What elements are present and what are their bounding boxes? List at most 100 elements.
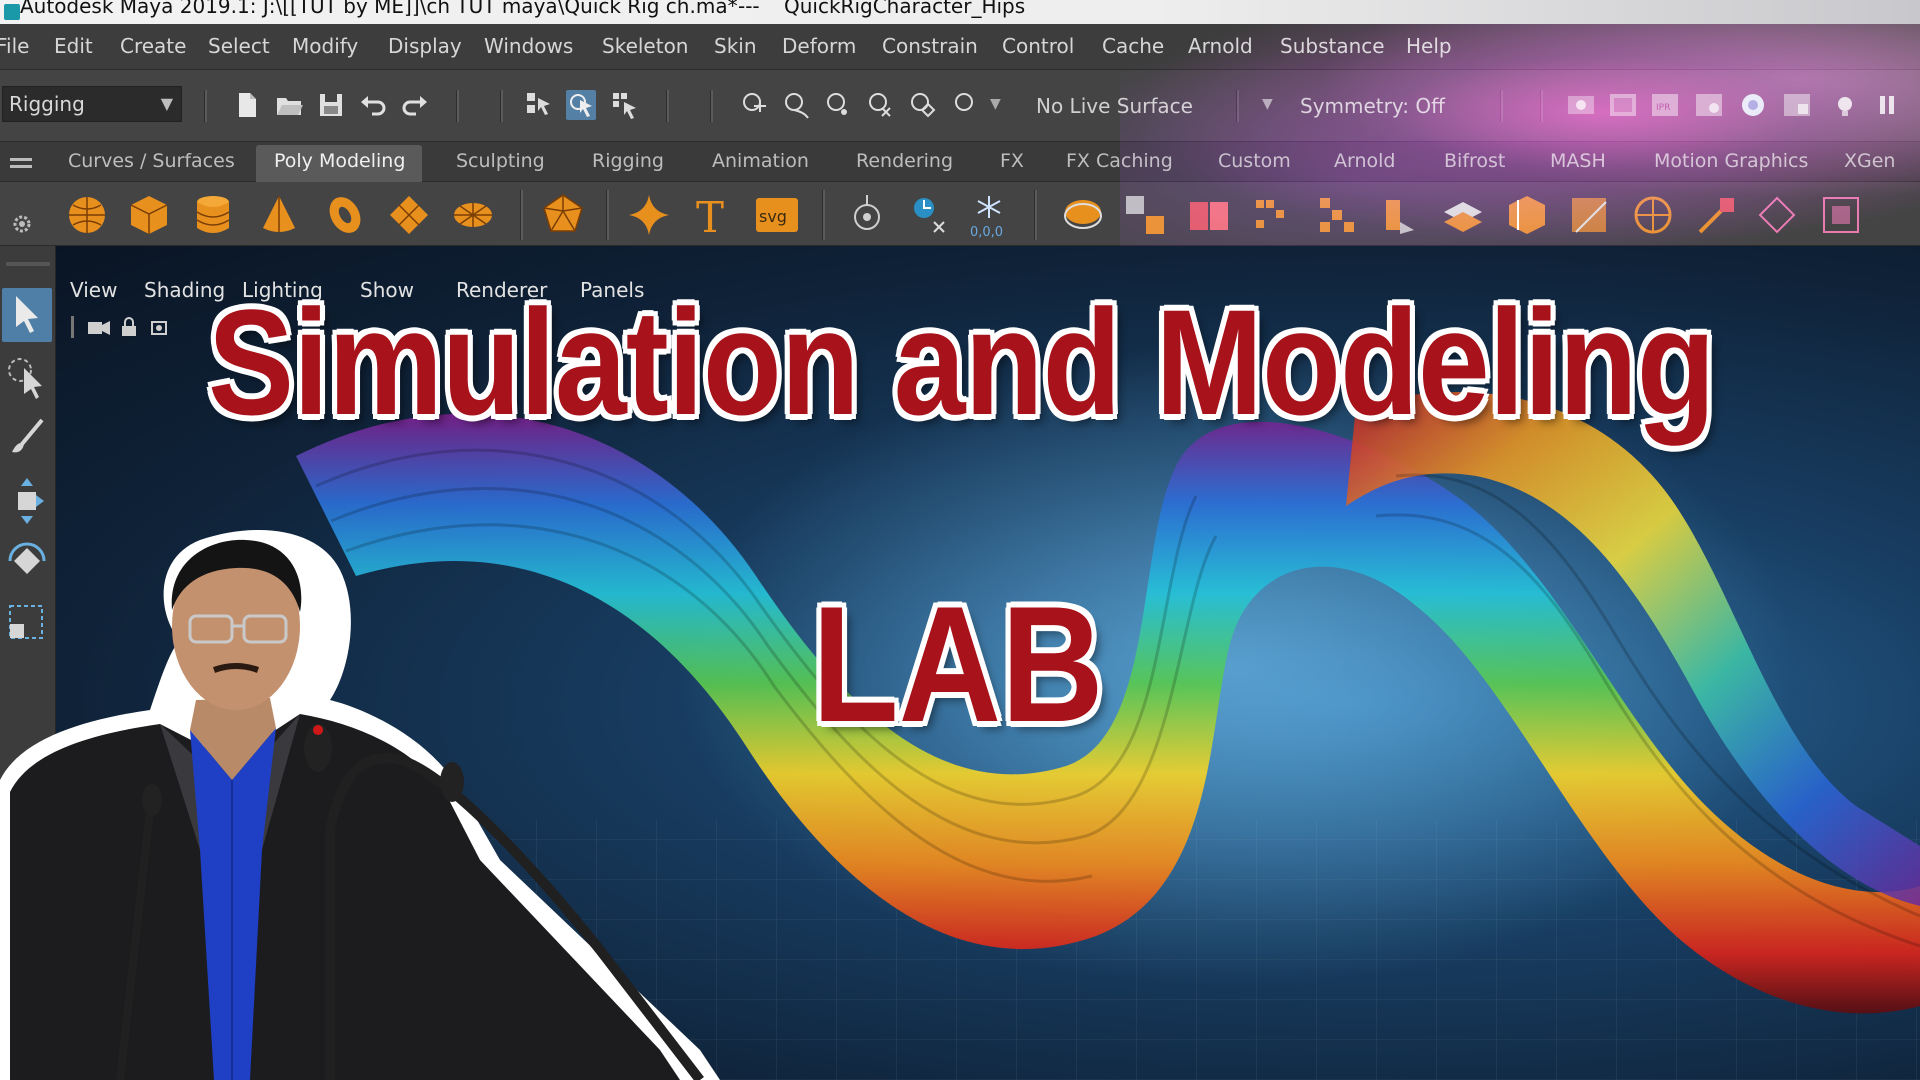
boolean-icon[interactable]	[1186, 192, 1232, 238]
render-settings-icon[interactable]	[1694, 90, 1724, 120]
menu-deform[interactable]: Deform	[782, 34, 856, 58]
toolbar-divider	[710, 90, 713, 122]
snap-curve-icon[interactable]	[782, 90, 812, 120]
extrude-icon[interactable]	[1376, 192, 1422, 238]
menu-constrain[interactable]: Constrain	[882, 34, 978, 58]
menu-display[interactable]: Display	[388, 34, 462, 58]
select-hierarchy-icon[interactable]	[524, 90, 554, 120]
save-scene-icon[interactable]	[316, 90, 346, 120]
menu-arnold[interactable]: Arnold	[1188, 34, 1253, 58]
menu-edit[interactable]: Edit	[54, 34, 93, 58]
menu-control[interactable]: Control	[1002, 34, 1074, 58]
menu-substance[interactable]: Substance	[1280, 34, 1385, 58]
window-title-bar: Autodesk Maya 2019.1: J:\[[TUT by ME]]\c…	[0, 0, 1920, 24]
menu-help[interactable]: Help	[1406, 34, 1452, 58]
svg-tool-icon[interactable]: svg	[754, 192, 800, 238]
menu-create[interactable]: Create	[120, 34, 186, 58]
menu-set-dropdown[interactable]: Rigging ▼	[2, 86, 182, 122]
ipr-render-icon[interactable]: IPR	[1650, 90, 1680, 120]
lock-camera-icon[interactable]	[118, 314, 144, 340]
poly-disc-icon[interactable]	[450, 192, 496, 238]
poly-cone-icon[interactable]	[256, 192, 302, 238]
symmetry-status[interactable]: Symmetry: Off	[1300, 94, 1445, 118]
toolbar-divider	[204, 90, 207, 122]
menu-modify[interactable]: Modify	[292, 34, 358, 58]
paint-select-tool-button[interactable]	[2, 412, 52, 466]
bridge-icon[interactable]	[1314, 192, 1360, 238]
render-setup-icon[interactable]	[1782, 90, 1812, 120]
menu-windows[interactable]: Windows	[484, 34, 573, 58]
open-scene-icon[interactable]	[274, 90, 304, 120]
live-surface-label[interactable]: No Live Surface	[1036, 94, 1193, 118]
menu-skeleton[interactable]: Skeleton	[602, 34, 688, 58]
mirror-icon[interactable]	[1250, 192, 1296, 238]
freeze-transform-icon[interactable]: 0,0,0	[966, 192, 1012, 238]
menu-skin[interactable]: Skin	[714, 34, 757, 58]
poly-plane-icon[interactable]	[386, 192, 432, 238]
select-component-icon[interactable]	[610, 90, 640, 120]
snap-grid-icon[interactable]	[740, 90, 770, 120]
shelf-divider	[1034, 190, 1037, 240]
tab-rendering[interactable]: Rendering	[856, 150, 953, 172]
snap-view-plane-icon[interactable]	[866, 90, 896, 120]
tab-curves-surfaces[interactable]: Curves / Surfaces	[68, 150, 235, 172]
menu-cache[interactable]: Cache	[1102, 34, 1164, 58]
separate-tool-icon[interactable]	[906, 192, 952, 238]
tab-xgen[interactable]: XGen	[1844, 150, 1895, 172]
tab-fx[interactable]: FX	[1000, 150, 1024, 172]
select-object-icon[interactable]	[566, 90, 596, 120]
chevron-down-icon[interactable]: ▼	[990, 96, 1001, 112]
tab-sculpting[interactable]: Sculpting	[456, 150, 545, 172]
poly-sphere-icon[interactable]	[64, 192, 110, 238]
tab-fx-caching[interactable]: FX Caching	[1066, 150, 1173, 172]
menu-select[interactable]: Select	[208, 34, 270, 58]
tab-animation[interactable]: Animation	[712, 150, 809, 172]
tab-bifrost[interactable]: Bifrost	[1444, 150, 1505, 172]
select-tool-button[interactable]	[2, 288, 52, 342]
quad-draw-icon[interactable]	[1694, 192, 1740, 238]
poly-cylinder-icon[interactable]	[190, 192, 236, 238]
new-scene-icon[interactable]	[232, 90, 262, 120]
snap-point-icon[interactable]	[824, 90, 854, 120]
extract-icon[interactable]	[1060, 192, 1106, 238]
camera-attributes-icon[interactable]	[150, 314, 176, 340]
shelf-menu-icon[interactable]	[10, 156, 32, 170]
pause-viewport-icon[interactable]	[1872, 90, 1902, 120]
tab-arnold[interactable]: Arnold	[1334, 150, 1395, 172]
tab-mash[interactable]: MASH	[1550, 150, 1606, 172]
viewport-menu-view[interactable]: View	[70, 278, 117, 302]
multi-cut-icon[interactable]	[1566, 192, 1612, 238]
move-tool-button[interactable]	[2, 474, 52, 528]
smooth-icon[interactable]	[1122, 192, 1168, 238]
lasso-tool-button[interactable]	[2, 350, 52, 404]
render-frame-icon[interactable]	[1608, 90, 1638, 120]
toolbar-divider	[1500, 90, 1503, 122]
render-view-icon[interactable]	[1566, 90, 1596, 120]
bevel-icon[interactable]	[1440, 192, 1486, 238]
combine-tool-icon[interactable]	[844, 192, 890, 238]
camera-icon[interactable]	[86, 314, 112, 340]
title-separator: ---	[738, 0, 760, 18]
redo-icon[interactable]	[400, 90, 430, 120]
snap-surface-icon[interactable]	[908, 90, 938, 120]
super-shape-icon[interactable]	[626, 192, 672, 238]
chevron-down-icon[interactable]: ▼	[1262, 96, 1273, 112]
tab-custom[interactable]: Custom	[1218, 150, 1291, 172]
tab-poly-modeling[interactable]: Poly Modeling	[274, 150, 405, 172]
tab-motion-graphics[interactable]: Motion Graphics	[1654, 150, 1808, 172]
uv-editor-icon[interactable]	[1818, 192, 1864, 238]
platonic-solid-icon[interactable]	[540, 192, 586, 238]
poly-torus-icon[interactable]	[322, 192, 368, 238]
type-tool-icon[interactable]: T	[690, 192, 736, 238]
gear-icon[interactable]	[10, 212, 34, 236]
poly-cube-icon[interactable]	[126, 192, 172, 238]
light-editor-icon[interactable]	[1830, 90, 1860, 120]
append-polygon-icon[interactable]	[1754, 192, 1800, 238]
snap-live-icon[interactable]	[952, 90, 982, 120]
hypershade-icon[interactable]	[1738, 90, 1768, 120]
tab-rigging[interactable]: Rigging	[592, 150, 664, 172]
target-weld-icon[interactable]	[1630, 192, 1676, 238]
insert-edge-loop-icon[interactable]	[1504, 192, 1550, 238]
undo-icon[interactable]	[358, 90, 388, 120]
menu-file[interactable]: File	[0, 34, 29, 58]
